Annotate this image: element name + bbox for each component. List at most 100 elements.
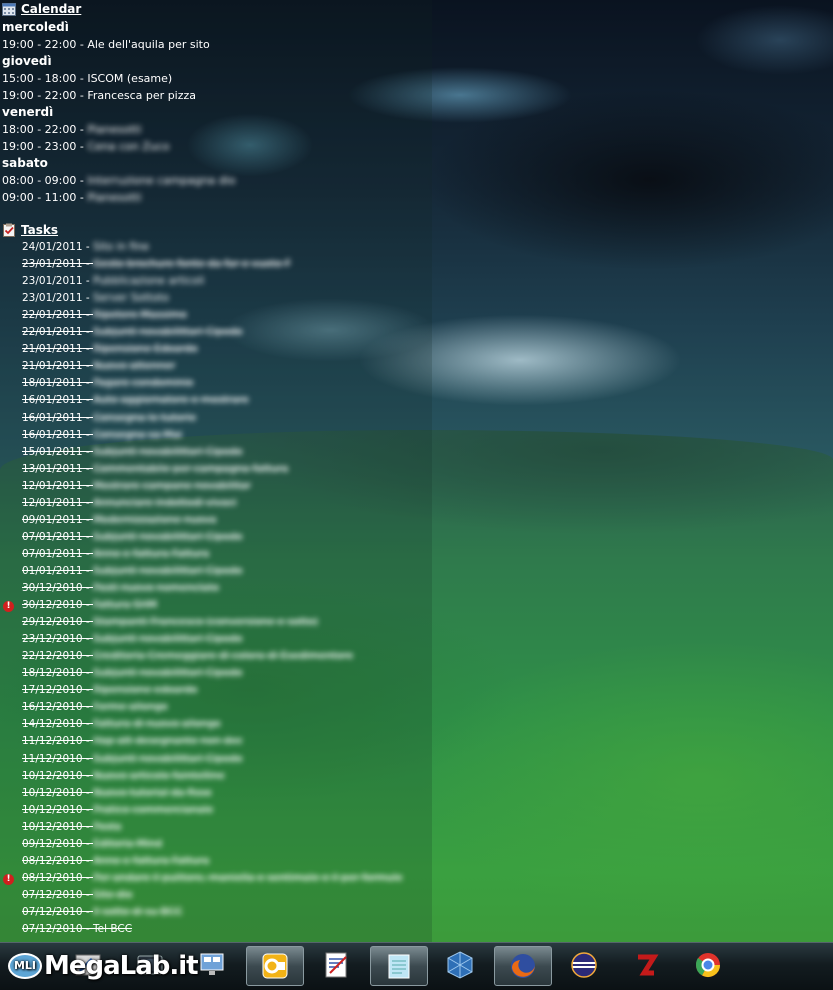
- task-title: Forme allongo: [93, 701, 168, 713]
- event-title: Ale dell'aquila per sito: [87, 38, 210, 51]
- taskbar-filezilla-app-button[interactable]: [618, 946, 674, 984]
- task-separator: -: [82, 309, 93, 321]
- task-item[interactable]: 07/12/2010 - Il sotto di su BCC: [22, 906, 182, 918]
- task-title: Sito in fine: [93, 241, 150, 253]
- task-title: Subjunti novabilittari Cipodo: [93, 531, 243, 543]
- task-item[interactable]: 09/01/2011 - Modernizzazione nuova: [22, 514, 216, 526]
- calendar-event[interactable]: 19:00 - 23:00 - Cena con Zuco: [2, 140, 170, 153]
- task-item[interactable]: 16/01/2011 - Consegna sa Mai: [22, 429, 182, 441]
- task-item[interactable]: 23/12/2010 - Subjunti novabilittari Cipo…: [22, 633, 242, 645]
- task-item[interactable]: 21/01/2011 - Nuovo attenner: [22, 360, 175, 372]
- task-date: 23/01/2011: [22, 292, 83, 304]
- task-item[interactable]: 10/12/2010 - Posta: [22, 821, 121, 833]
- task-item[interactable]: 30/12/2010 - Fattura SHM: [22, 599, 157, 611]
- event-title-blurred: Pianesotti: [87, 191, 142, 204]
- task-date: 18/12/2010: [22, 667, 83, 679]
- task-item[interactable]: 12/01/2011 - Annunciare indottodi vivaci: [22, 497, 237, 509]
- task-date: 30/12/2010: [22, 582, 83, 594]
- tasks-header[interactable]: Tasks: [2, 222, 58, 238]
- task-item[interactable]: 29/12/2010 - Stampanti Francesco (conver…: [22, 616, 318, 628]
- task-item[interactable]: 16/12/2010 - Forme allongo: [22, 701, 168, 713]
- task-item[interactable]: 08/12/2010 - Anno e fattura Fattura: [22, 855, 209, 867]
- calendar-event[interactable]: 19:00 - 22:00 - Francesca per pizza: [2, 89, 196, 102]
- task-title: Pagare condominio: [93, 377, 194, 389]
- task-title: Fattura di nuovo allongo: [93, 718, 221, 730]
- task-item[interactable]: 01/01/2011 - Subjunti novabilittari Cipo…: [22, 565, 242, 577]
- task-title: Anno e fattura Fattura: [93, 855, 210, 867]
- taskbar-virtualbox-app-button[interactable]: [432, 946, 488, 984]
- task-item[interactable]: 07/01/2011 - Subjunti novabilittari Cipo…: [22, 531, 242, 543]
- task-item[interactable]: 23/01/2011 - Pubblicazione articoli: [22, 275, 204, 287]
- task-item[interactable]: 08/12/2010 - Per andare il pulitore, man…: [22, 872, 403, 884]
- calendar-event[interactable]: 18:00 - 22:00 - Pianesotti: [2, 123, 141, 136]
- task-separator: -: [82, 360, 93, 372]
- task-item[interactable]: 23/01/2011 - Server Sottoto: [22, 292, 169, 304]
- task-item[interactable]: 12/01/2011 - Mostrare campane novabilita…: [22, 480, 251, 492]
- task-title: Consegna sa Mai: [93, 429, 183, 441]
- task-item[interactable]: 22/12/2010 - Creditoria Cremeggiare di c…: [22, 650, 353, 662]
- task-date: 16/01/2011: [22, 412, 83, 424]
- task-item[interactable]: 15/01/2011 - Subjunti novabilittari Cipo…: [22, 446, 242, 458]
- taskbar-firefox-app-button[interactable]: [494, 946, 552, 986]
- task-item[interactable]: 18/12/2010 - Subjunti novabilittari Cipo…: [22, 667, 242, 679]
- task-item[interactable]: 16/01/2011 - Consegna le tutorie: [22, 412, 196, 424]
- calendar-event[interactable]: 08:00 - 09:00 - Interruzione campagna di…: [2, 174, 235, 187]
- taskbar-editor-app-button[interactable]: [308, 946, 364, 984]
- taskbar-notepad-app-button[interactable]: [370, 946, 428, 986]
- task-item[interactable]: 17/12/2010 - Ripensione edoardo: [22, 684, 197, 696]
- task-title: Subjunti novabilittari Cipodo: [93, 753, 243, 765]
- editor-app-icon: [325, 952, 347, 978]
- task-date: 23/01/2011: [22, 258, 83, 270]
- task-date: 29/12/2010: [22, 616, 83, 628]
- task-date: 15/01/2011: [22, 446, 83, 458]
- task-item[interactable]: 07/12/2010 - Sito dio: [22, 889, 132, 901]
- task-item[interactable]: 21/01/2011 - Ripensione Edoardo: [22, 343, 198, 355]
- task-date: 10/12/2010: [22, 804, 83, 816]
- day-label: venerdì: [2, 105, 54, 119]
- calendar-event[interactable]: 09:00 - 11:00 - Pianesotti: [2, 191, 141, 204]
- task-item[interactable]: 10/12/2010 - Nuovo articolo faintelline: [22, 770, 225, 782]
- task-title: Modernizzazione nuova: [93, 514, 217, 526]
- event-time: 19:00 - 23:00 -: [2, 140, 88, 153]
- task-item[interactable]: 09/12/2010 - Editoria Mind: [22, 838, 162, 850]
- priority-icon: !: [3, 601, 14, 612]
- task-item[interactable]: 11/12/2010 - Hap att desegnante non dec: [22, 735, 243, 747]
- calendar-event[interactable]: 19:00 - 22:00 - Ale dell'aquila per sito: [2, 38, 210, 51]
- task-title: Editoria Mind: [93, 838, 163, 850]
- task-separator: -: [82, 872, 93, 884]
- task-separator: -: [82, 787, 93, 799]
- task-separator: -: [82, 241, 93, 253]
- task-separator: -: [82, 718, 93, 730]
- calendar-header[interactable]: Calendar: [2, 1, 81, 17]
- task-date: 23/01/2011: [22, 275, 83, 287]
- taskbar-chrome-app-button[interactable]: [680, 946, 736, 984]
- task-date: 08/12/2010: [22, 872, 83, 884]
- task-item[interactable]: 07/12/2010 - Tel BCC: [22, 923, 132, 935]
- task-date: 10/12/2010: [22, 787, 83, 799]
- event-time: 09:00 - 11:00 -: [2, 191, 88, 204]
- taskbar-outlook-app-button[interactable]: [246, 946, 304, 986]
- task-title: Subjunti novabilittari Cipodo: [93, 446, 243, 458]
- task-item[interactable]: 13/01/2011 - Commentabile per campagna f…: [22, 463, 288, 475]
- task-title: Pratico commercianale: [93, 804, 214, 816]
- task-item[interactable]: 10/12/2010 - Nuovo tutorial da fisso: [22, 787, 212, 799]
- task-item[interactable]: 11/12/2010 - Subjunti novabilittari Cipo…: [22, 753, 242, 765]
- task-date: 22/01/2011: [22, 326, 83, 338]
- task-item[interactable]: 22/01/2011 - Ripetere Massimo: [22, 309, 187, 321]
- task-item[interactable]: 07/01/2011 - Anno e fattura Fattura: [22, 548, 209, 560]
- event-title: ISCOM (esame): [87, 72, 173, 85]
- task-separator: -: [82, 650, 93, 662]
- task-item[interactable]: 10/12/2010 - Pratico commercianale: [22, 804, 213, 816]
- task-item[interactable]: 22/01/2011 - Subjunti novabilittari Cipo…: [22, 326, 242, 338]
- task-item[interactable]: 18/01/2011 - Pagare condominio: [22, 377, 193, 389]
- task-date: 09/01/2011: [22, 514, 83, 526]
- task-item[interactable]: 30/12/2010 - Posti nuovo nomenclato: [22, 582, 219, 594]
- task-separator: -: [82, 684, 93, 696]
- calendar-event[interactable]: 15:00 - 18:00 - ISCOM (esame): [2, 72, 172, 85]
- task-item[interactable]: 16/01/2011 - Auto aggiornatore e mostrar…: [22, 394, 249, 406]
- task-item[interactable]: 14/12/2010 - Fattura di nuovo allongo: [22, 718, 221, 730]
- taskbar-eclipse-app-button[interactable]: [556, 946, 612, 984]
- task-item[interactable]: 24/01/2011 - Sito in fine: [22, 241, 149, 253]
- task-item[interactable]: 23/01/2011 - Gesto brochure fonte da far…: [22, 258, 291, 270]
- task-separator: -: [82, 514, 93, 526]
